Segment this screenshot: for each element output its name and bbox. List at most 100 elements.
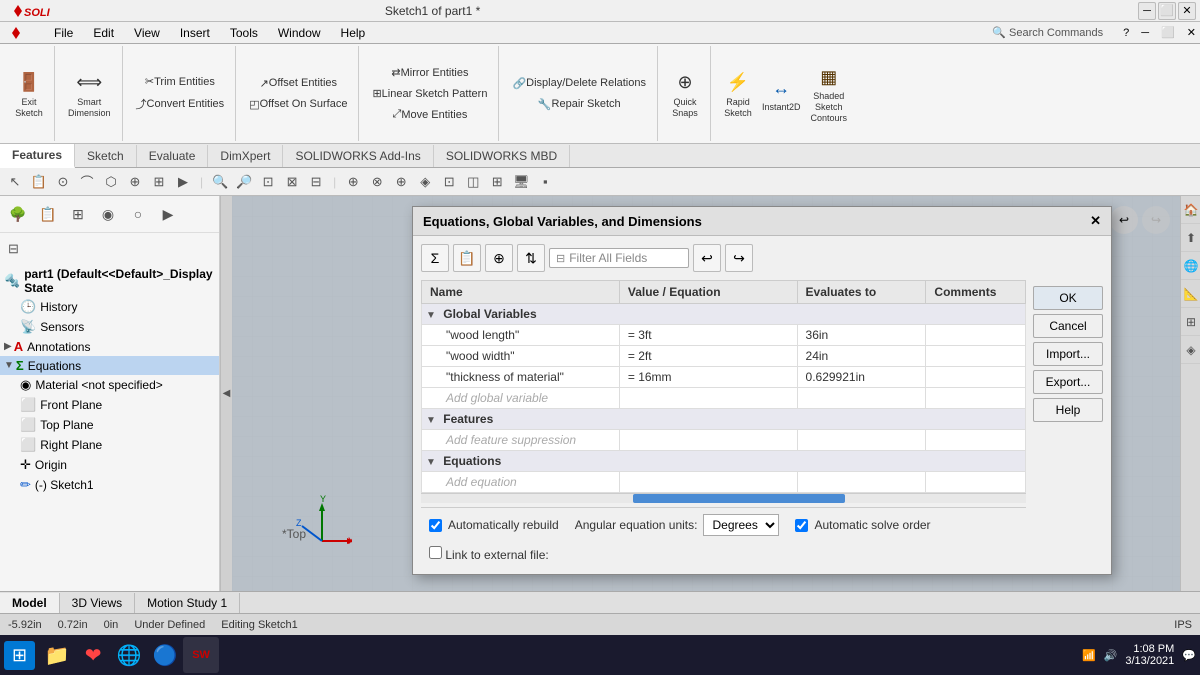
quick-snaps-button[interactable]: ⊕ QuickSnaps bbox=[666, 66, 704, 122]
close-sw-icon[interactable]: ✕ bbox=[1187, 26, 1196, 39]
rp-btn-6[interactable]: ◈ bbox=[1181, 336, 1200, 364]
dialog-redo-btn[interactable]: ↪ bbox=[725, 244, 753, 272]
rp-btn-5[interactable]: ⊞ bbox=[1181, 308, 1200, 336]
snap-tool-button[interactable]: ⊕ bbox=[124, 171, 146, 193]
sidebar-target-icon[interactable]: ◉ bbox=[94, 200, 122, 228]
export-button[interactable]: Export... bbox=[1033, 370, 1103, 394]
menu-edit[interactable]: Edit bbox=[89, 24, 118, 42]
convert-entities-button[interactable]: ⤴ Convert Entities bbox=[131, 93, 230, 115]
close-button[interactable]: ✕ bbox=[1178, 2, 1196, 20]
smart-dimension-button[interactable]: ⟺ SmartDimension bbox=[63, 66, 116, 122]
dialog-add-global-icon[interactable]: 📋 bbox=[453, 244, 481, 272]
menu-view[interactable]: View bbox=[130, 24, 164, 42]
tab-dimxpert[interactable]: DimXpert bbox=[208, 145, 283, 167]
restore-sw-icon[interactable]: ⬜ bbox=[1161, 26, 1175, 39]
rp-btn-1[interactable]: 🏠 bbox=[1181, 196, 1200, 224]
move-entities-button[interactable]: ⤢ Move Entities bbox=[388, 105, 473, 124]
sidebar-item-sketch1[interactable]: ✏ (-) Sketch1 bbox=[0, 475, 219, 495]
add-equation-row[interactable]: Add equation bbox=[422, 472, 1026, 493]
display-delete-button[interactable]: 🔗 Display/Delete Relations bbox=[507, 74, 651, 93]
view-btn-14[interactable]: ▪ bbox=[534, 171, 556, 193]
taskbar-notification-icon[interactable]: 💬 bbox=[1182, 649, 1196, 662]
sidebar-collapse-handle[interactable]: ◀ bbox=[220, 196, 232, 591]
instant2d-button[interactable]: ↔ Instant2D bbox=[757, 71, 806, 116]
dialog-undo-btn[interactable]: ↩ bbox=[693, 244, 721, 272]
table-row[interactable]: "thickness of material" = 16mm 0.629921i… bbox=[422, 367, 1026, 388]
row1-comment[interactable] bbox=[926, 325, 1026, 346]
minimize-sw-icon[interactable]: ─ bbox=[1141, 27, 1149, 39]
tab-addins[interactable]: SOLIDWORKS Add-Ins bbox=[283, 145, 433, 167]
menu-insert[interactable]: Insert bbox=[176, 24, 214, 42]
sidebar-item-sensors[interactable]: 📡 Sensors bbox=[0, 317, 219, 337]
row2-comment[interactable] bbox=[926, 346, 1026, 367]
view-btn-3[interactable]: ⊡ bbox=[257, 171, 279, 193]
import-button[interactable]: Import... bbox=[1033, 342, 1103, 366]
menu-window[interactable]: Window bbox=[274, 24, 325, 42]
rp-btn-3[interactable]: 🌐 bbox=[1181, 252, 1200, 280]
select-tool-button[interactable]: ↖ bbox=[4, 171, 26, 193]
view-btn-4[interactable]: ⊠ bbox=[281, 171, 303, 193]
add-feature-suppression-row[interactable]: Add feature suppression bbox=[422, 430, 1026, 451]
exit-sketch-button[interactable]: 🚪 ExitSketch bbox=[10, 66, 48, 122]
cancel-button[interactable]: Cancel bbox=[1033, 314, 1103, 338]
taskbar-file-explorer[interactable]: 📁 bbox=[39, 637, 75, 673]
dialog-add-equation-icon[interactable]: Σ bbox=[421, 244, 449, 272]
section-global-variables[interactable]: ▼ Global Variables bbox=[422, 304, 1026, 325]
view-btn-6[interactable]: ⊕ bbox=[342, 171, 364, 193]
sidebar-item-origin[interactable]: ✛ Origin bbox=[0, 455, 219, 475]
offset-entities-button[interactable]: ↗ Offset Entities bbox=[255, 74, 343, 93]
dialog-add-sensor-icon[interactable]: ⊕ bbox=[485, 244, 513, 272]
taskbar-chrome[interactable]: 🌐 bbox=[111, 637, 147, 673]
linear-sketch-button[interactable]: ⊞ Linear Sketch Pattern bbox=[367, 84, 492, 103]
repair-sketch-button[interactable]: 🔧 Repair Sketch bbox=[533, 95, 626, 114]
sidebar-item-history[interactable]: 🕒 History bbox=[0, 297, 219, 317]
auto-rebuild-checkbox[interactable] bbox=[429, 519, 442, 532]
sidebar-item-right-plane[interactable]: ⬜ Right Plane bbox=[0, 435, 219, 455]
menu-help[interactable]: Help bbox=[337, 24, 370, 42]
table-row[interactable]: "wood width" = 2ft 24in bbox=[422, 346, 1026, 367]
sidebar-circle-icon[interactable]: ○ bbox=[124, 200, 152, 228]
rp-btn-4[interactable]: 📐 bbox=[1181, 280, 1200, 308]
help-icon[interactable]: ? bbox=[1123, 27, 1129, 39]
sidebar-item-front-plane[interactable]: ⬜ Front Plane bbox=[0, 395, 219, 415]
view-btn-1[interactable]: 🔍 bbox=[209, 171, 231, 193]
dialog-sort-icon[interactable]: ⇅ bbox=[517, 244, 545, 272]
tab-sketch[interactable]: Sketch bbox=[75, 145, 137, 167]
search-commands[interactable]: 🔍 Search Commands bbox=[992, 26, 1103, 39]
btab-model[interactable]: Model bbox=[0, 593, 60, 613]
auto-solve-checkbox[interactable] bbox=[795, 519, 808, 532]
undo-view-button[interactable]: ↩ bbox=[1110, 206, 1138, 234]
poly-tool-button[interactable]: ⬡ bbox=[100, 171, 122, 193]
view-btn-5[interactable]: ⊟ bbox=[305, 171, 327, 193]
taskbar-app1[interactable]: ❤ bbox=[75, 637, 111, 673]
circle-tool-button[interactable]: ⊙ bbox=[52, 171, 74, 193]
redo-view-button[interactable]: ↪ bbox=[1142, 206, 1170, 234]
sidebar-feature-tree-icon[interactable]: 🌳 bbox=[4, 200, 32, 228]
section-features[interactable]: ▼ Features bbox=[422, 409, 1026, 430]
dialog-close-icon[interactable]: ✕ bbox=[1090, 213, 1101, 229]
row1-value[interactable]: = 3ft bbox=[619, 325, 797, 346]
more-tool-button[interactable]: ▶ bbox=[172, 171, 194, 193]
offset-surface-button[interactable]: ◰ Offset On Surface bbox=[244, 95, 352, 114]
shaded-sketch-button[interactable]: ▦ ShadedSketchContours bbox=[806, 60, 853, 126]
pattern-tool-button[interactable]: ⊞ bbox=[148, 171, 170, 193]
view-btn-2[interactable]: 🔎 bbox=[233, 171, 255, 193]
dialog-title-bar[interactable]: Equations, Global Variables, and Dimensi… bbox=[413, 207, 1111, 236]
table-row[interactable]: "wood length" = 3ft 36in bbox=[422, 325, 1026, 346]
menu-tools[interactable]: Tools bbox=[226, 24, 262, 42]
btab-3dviews[interactable]: 3D Views bbox=[60, 593, 135, 613]
sidebar-config-icon[interactable]: ⊞ bbox=[64, 200, 92, 228]
minimize-button[interactable]: ─ bbox=[1138, 2, 1156, 20]
taskbar-solidworks[interactable]: SW bbox=[183, 637, 219, 673]
row2-value[interactable]: = 2ft bbox=[619, 346, 797, 367]
tab-evaluate[interactable]: Evaluate bbox=[137, 145, 209, 167]
view-btn-10[interactable]: ⊡ bbox=[438, 171, 460, 193]
btab-motion[interactable]: Motion Study 1 bbox=[135, 593, 240, 613]
arc-tool-button[interactable]: ⌒ bbox=[76, 171, 98, 193]
sidebar-item-material[interactable]: ◉ Material <not specified> bbox=[0, 375, 219, 395]
row3-comment[interactable] bbox=[926, 367, 1026, 388]
filter-field[interactable]: ⊟ Filter All Fields bbox=[549, 248, 689, 268]
tab-mbd[interactable]: SOLIDWORKS MBD bbox=[434, 145, 570, 167]
view-btn-9[interactable]: ◈ bbox=[414, 171, 436, 193]
sidebar-item-annotations[interactable]: ▶ A Annotations bbox=[0, 337, 219, 356]
